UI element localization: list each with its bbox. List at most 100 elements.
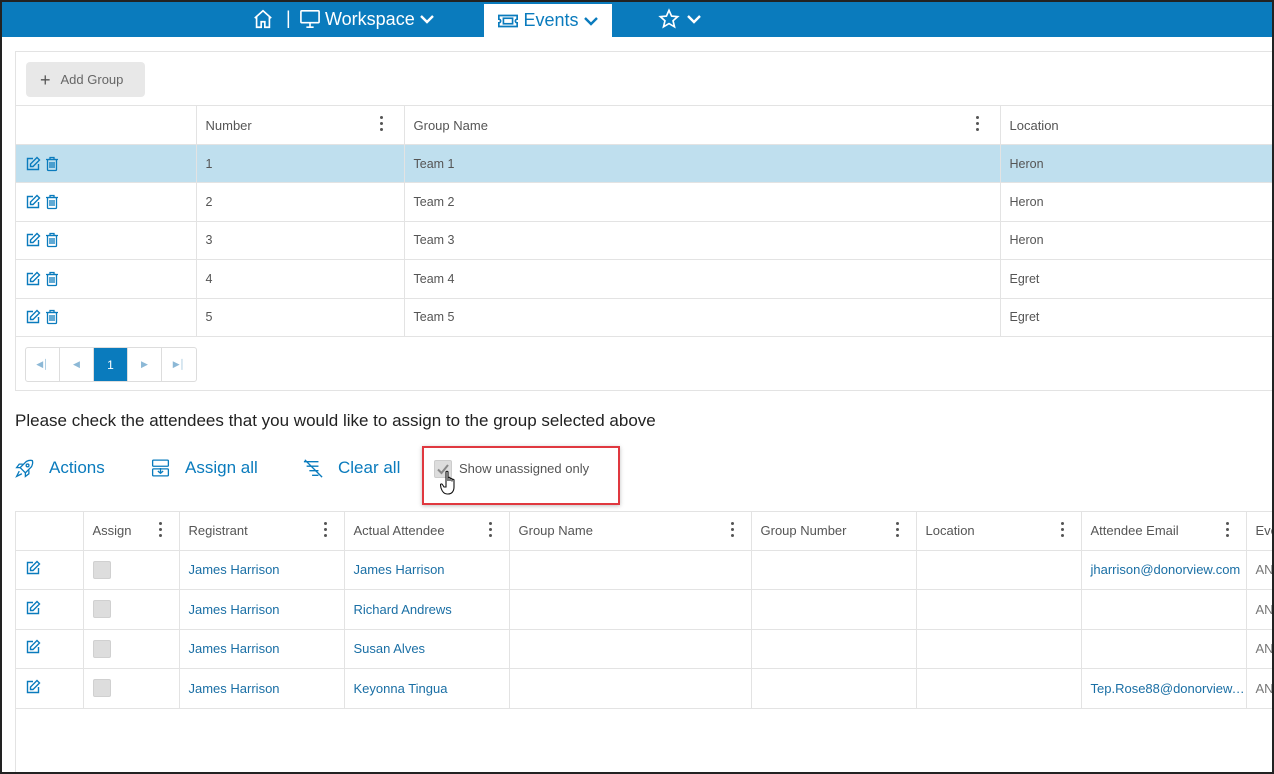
cell-attendee-email[interactable] — [1081, 589, 1247, 630]
table-row[interactable]: 1 Team 1 Heron — [16, 144, 1272, 184]
table-row[interactable]: James Harrison Keyonna Tingua Tep.Rose88… — [16, 668, 1272, 709]
nav-events[interactable]: Events — [484, 4, 612, 37]
column-menu-icon[interactable] — [976, 116, 980, 132]
cell-event: AN — [1246, 668, 1272, 709]
cell-actual-attendee[interactable]: Richard Andrews — [344, 589, 510, 630]
last-page-icon: ▶│ — [172, 359, 186, 369]
column-menu-icon[interactable] — [1061, 522, 1065, 538]
table-row[interactable]: James Harrison Richard Andrews AN — [16, 589, 1272, 630]
add-group-button[interactable]: + Add Group — [26, 62, 145, 97]
column-header-group-number[interactable]: Group Number — [751, 512, 917, 551]
cell-number: 4 — [196, 259, 405, 299]
cell-registrant[interactable]: James Harrison — [179, 668, 345, 709]
cell-location — [916, 629, 1082, 669]
assign-checkbox[interactable] — [92, 679, 111, 698]
column-header-group-name[interactable]: Group Name — [404, 105, 1001, 145]
edit-icon[interactable] — [25, 679, 41, 695]
nav-separator: | — [286, 8, 291, 28]
trash-icon[interactable] — [45, 156, 59, 172]
column-header-assign[interactable]: Assign — [83, 512, 180, 551]
cell-registrant[interactable]: James Harrison — [179, 550, 345, 590]
clear-all-label: Clear all — [338, 458, 401, 477]
cell-group-number — [751, 668, 917, 709]
nav-workspace-label: Workspace — [325, 8, 415, 29]
cell-group-name: Team 4 — [404, 259, 1001, 299]
edit-icon[interactable] — [25, 600, 41, 616]
cell-group-name: Team 1 — [404, 144, 1001, 184]
column-menu-icon[interactable] — [324, 522, 328, 538]
column-header-group-name[interactable]: Group Name — [509, 512, 752, 551]
column-menu-icon[interactable] — [489, 522, 493, 538]
cell-actual-attendee[interactable]: James Harrison — [344, 550, 510, 590]
clear-all-button[interactable]: Clear all — [302, 454, 400, 482]
current-page-button[interactable]: 1 — [94, 348, 128, 381]
table-row[interactable]: 4 Team 4 Egret — [16, 259, 1272, 299]
column-header-number[interactable]: Number — [196, 105, 405, 145]
edit-icon[interactable] — [25, 156, 41, 172]
trash-icon[interactable] — [45, 271, 59, 287]
assign-checkbox[interactable] — [92, 560, 111, 579]
trash-icon[interactable] — [45, 194, 59, 210]
clear-list-icon — [303, 459, 323, 478]
assign-checkbox[interactable] — [92, 639, 111, 658]
edit-icon[interactable] — [25, 560, 41, 576]
next-page-icon: ▶ — [141, 359, 148, 369]
edit-icon[interactable] — [25, 232, 41, 248]
column-header-location[interactable]: Location — [916, 512, 1082, 551]
cell-attendee-email[interactable] — [1081, 629, 1247, 669]
column-menu-icon[interactable] — [1226, 522, 1230, 538]
cell-location: Egret — [1000, 298, 1272, 337]
edit-icon[interactable] — [25, 639, 41, 655]
cell-actual-attendee[interactable]: Keyonna Tingua — [344, 668, 510, 709]
column-header-attendee-email[interactable]: Attendee Email — [1081, 512, 1247, 551]
pagination: ◀│ ◀ 1 ▶ ▶│ — [25, 347, 197, 382]
trash-icon[interactable] — [45, 309, 59, 325]
cell-attendee-email[interactable]: Tep.Rose88@donorview.com — [1081, 668, 1247, 709]
groups-panel: + Add Group Number Group Name Location 1… — [15, 51, 1272, 391]
column-header-actual-attendee[interactable]: Actual Attendee — [344, 512, 510, 551]
cell-registrant[interactable]: James Harrison — [179, 629, 345, 669]
nav-events-label: Events — [523, 10, 579, 30]
cell-location — [916, 589, 1082, 630]
actions-button[interactable]: Actions — [14, 454, 105, 482]
top-nav: | Workspace Events — [2, 2, 1272, 37]
cell-location: Heron — [1000, 182, 1272, 222]
rocket-icon — [15, 459, 34, 478]
column-menu-icon[interactable] — [380, 116, 384, 132]
column-header-registrant[interactable]: Registrant — [179, 512, 345, 551]
cell-number: 2 — [196, 182, 405, 222]
trash-icon[interactable] — [45, 232, 59, 248]
edit-icon[interactable] — [25, 309, 41, 325]
cell-group-name: Team 5 — [404, 298, 1001, 337]
edit-icon[interactable] — [25, 271, 41, 287]
cell-registrant[interactable]: James Harrison — [179, 589, 345, 630]
column-menu-icon[interactable] — [896, 522, 900, 538]
assign-all-button[interactable]: Assign all — [150, 454, 258, 482]
table-row[interactable]: 3 Team 3 Heron — [16, 221, 1272, 261]
cell-actual-attendee[interactable]: Susan Alves — [344, 629, 510, 669]
cell-group-name — [509, 589, 752, 630]
table-row[interactable]: James Harrison Susan Alves AN — [16, 629, 1272, 669]
assign-checkbox[interactable] — [92, 600, 111, 619]
show-unassigned-toggle[interactable]: Show unassigned only — [422, 446, 620, 505]
last-page-button[interactable]: ▶│ — [162, 348, 196, 381]
ticket-icon — [498, 14, 519, 27]
cell-number: 5 — [196, 298, 405, 337]
table-row[interactable]: 5 Team 5 Egret — [16, 298, 1272, 337]
prev-page-button[interactable]: ◀ — [60, 348, 94, 381]
edit-icon[interactable] — [25, 194, 41, 210]
first-page-button[interactable]: ◀│ — [26, 348, 60, 381]
column-header-location[interactable]: Location — [1000, 105, 1272, 145]
column-menu-icon[interactable] — [159, 522, 163, 538]
nav-favorites[interactable] — [658, 6, 702, 32]
table-row[interactable]: James Harrison James Harrison jharrison@… — [16, 550, 1272, 590]
home-button[interactable] — [252, 6, 274, 32]
column-header-event[interactable]: Eve — [1246, 512, 1272, 551]
cell-event: AN — [1246, 589, 1272, 630]
table-row[interactable]: 2 Team 2 Heron — [16, 182, 1272, 222]
next-page-button[interactable]: ▶ — [128, 348, 162, 381]
cell-attendee-email[interactable]: jharrison@donorview.com — [1081, 550, 1247, 590]
nav-workspace[interactable]: Workspace — [299, 6, 435, 32]
column-menu-icon[interactable] — [731, 522, 735, 538]
cell-location — [916, 668, 1082, 709]
